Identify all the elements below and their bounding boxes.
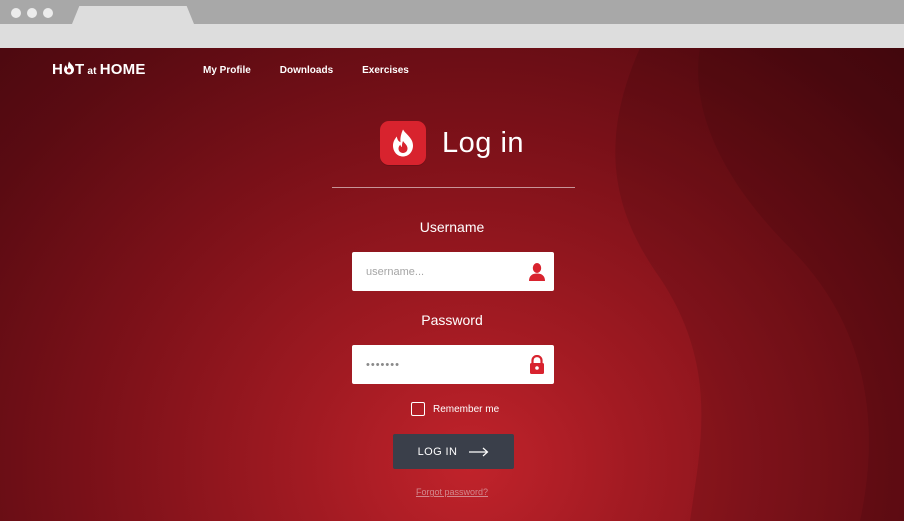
nav-link-my-profile[interactable]: My Profile (203, 65, 251, 76)
window-control-close[interactable] (11, 8, 21, 18)
flame-icon (380, 121, 426, 165)
browser-tab[interactable] (72, 6, 194, 24)
login-button-label: LOG IN (417, 445, 458, 458)
logo-text-home: HOME (99, 61, 146, 78)
login-header: Log in (380, 121, 524, 165)
site-logo[interactable]: H T at HOME (52, 60, 146, 78)
window-control-minimize[interactable] (27, 8, 37, 18)
nav-link-downloads[interactable]: Downloads (280, 65, 333, 76)
logo-text-t: T (75, 61, 85, 78)
nav-link-exercises[interactable]: Exercises (362, 65, 409, 76)
window-control-maximize[interactable] (43, 8, 53, 18)
login-button[interactable]: LOG IN (393, 434, 514, 469)
browser-titlebar (0, 0, 904, 24)
remember-me-checkbox[interactable] (411, 402, 425, 416)
lock-icon (528, 354, 546, 374)
header-divider (332, 187, 575, 188)
password-label: Password (421, 312, 483, 328)
main-nav: My Profile Downloads Exercises (203, 65, 438, 76)
username-field-wrapper (352, 252, 554, 291)
login-page: H T at HOME My Profile Downloads Exercis… (0, 48, 904, 521)
password-field-wrapper (352, 345, 554, 384)
username-input[interactable] (352, 252, 512, 291)
logo-flame-icon (63, 61, 75, 75)
username-label: Username (419, 219, 485, 235)
login-title: Log in (442, 126, 525, 159)
logo-text-prefix: H (52, 61, 64, 78)
browser-window: H T at HOME My Profile Downloads Exercis… (0, 0, 904, 521)
password-input[interactable] (352, 345, 512, 384)
forgot-password-wrapper: Forgot password? (0, 482, 904, 500)
user-icon (528, 262, 546, 281)
browser-toolbar (0, 24, 904, 48)
forgot-password-link[interactable]: Forgot password? (416, 487, 488, 497)
arrow-right-icon (469, 447, 489, 456)
remember-me-label: Remember me (433, 403, 500, 415)
logo-text-at: at (87, 66, 97, 77)
remember-me[interactable]: Remember me (411, 402, 499, 416)
